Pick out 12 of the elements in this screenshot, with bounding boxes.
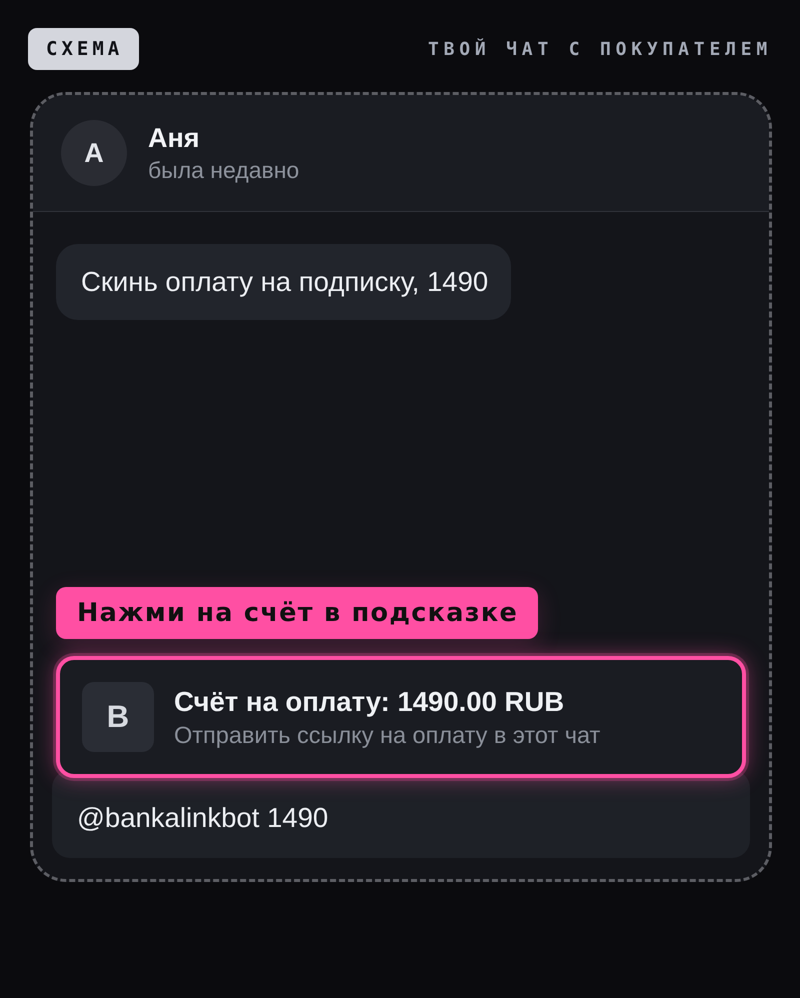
caption: ТВОЙ ЧАТ С ПОКУПАТЕЛЕМ <box>428 38 772 60</box>
suggestion-title: Счёт на оплату: 1490.00 RUB <box>174 686 566 718</box>
contact-name: Аня <box>148 122 201 154</box>
message-input[interactable]: @bankalinkbot 1490 <box>52 770 750 858</box>
suggestion-subtitle: Отправить ссылку на оплату в этот чат <box>174 720 600 748</box>
bot-avatar: B <box>82 682 154 752</box>
message-bubble: Скинь оплату на подписку, 1490 <box>56 244 512 320</box>
hint-label: Нажми на счёт в подсказке <box>56 587 538 639</box>
contact-status: была недавно <box>148 156 300 184</box>
scheme-badge: СХЕМА <box>28 28 140 70</box>
avatar: А <box>61 120 127 186</box>
invoice-suggestion[interactable]: B Счёт на оплату: 1490.00 RUB Отправить ссылку на оплату в этот чат <box>56 656 746 778</box>
